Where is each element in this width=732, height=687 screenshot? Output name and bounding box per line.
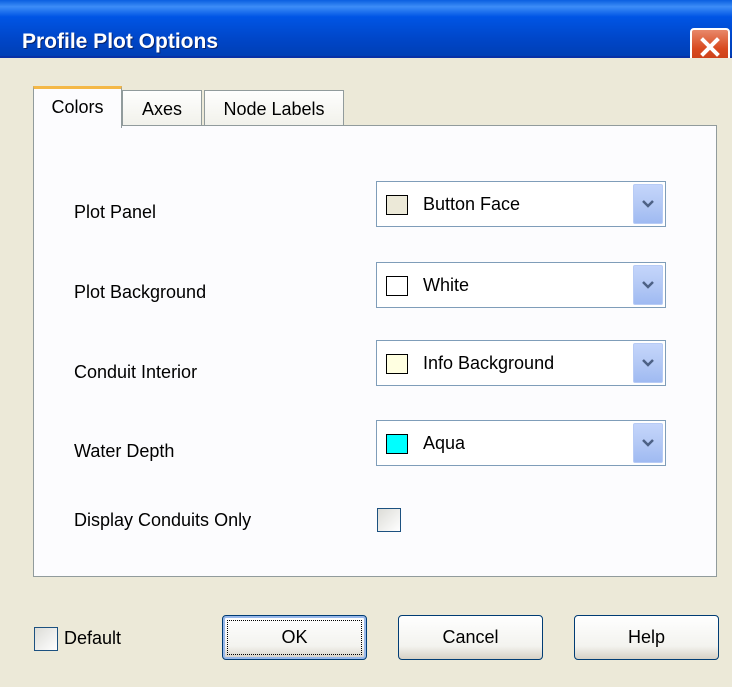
- plot-panel-combo[interactable]: Button Face: [376, 181, 666, 227]
- color-swatch: [386, 276, 408, 296]
- chevron-down-icon: [642, 200, 654, 208]
- display-conduits-only-label: Display Conduits Only: [74, 510, 252, 530]
- cancel-button[interactable]: Cancel: [398, 615, 543, 660]
- tab-node-labels[interactable]: Node Labels: [204, 90, 344, 126]
- combo-value: Button Face: [423, 194, 521, 214]
- plot-background-combo[interactable]: White: [376, 262, 666, 308]
- ok-label: OK: [281, 627, 308, 647]
- default-label: Default: [64, 628, 122, 648]
- color-swatch: [386, 195, 408, 215]
- water-depth-combo[interactable]: Aqua: [376, 420, 666, 466]
- plot-panel-label: Plot Panel: [74, 202, 157, 222]
- plot-background-label: Plot Background: [74, 282, 207, 302]
- color-swatch: [386, 354, 408, 374]
- color-swatch: [386, 434, 408, 454]
- chevron-down-icon: [642, 359, 654, 367]
- title-bar: Profile Plot Options: [0, 0, 732, 66]
- dropdown-button[interactable]: [633, 265, 663, 305]
- tab-colors[interactable]: Colors: [33, 86, 122, 128]
- tab-label: Axes: [141, 99, 183, 119]
- tab-label: Node Labels: [223, 99, 325, 119]
- water-depth-label: Water Depth: [74, 441, 175, 461]
- combo-value: White: [423, 275, 470, 295]
- default-checkbox[interactable]: [34, 627, 58, 651]
- close-icon: [700, 37, 720, 57]
- dropdown-button[interactable]: [633, 343, 663, 383]
- dropdown-button[interactable]: [633, 423, 663, 463]
- chevron-down-icon: [642, 281, 654, 289]
- chevron-down-icon: [642, 439, 654, 447]
- help-label: Help: [627, 627, 666, 647]
- combo-value: Aqua: [423, 433, 466, 453]
- combo-value: Info Background: [423, 353, 555, 373]
- help-button[interactable]: Help: [574, 615, 719, 660]
- conduit-interior-label: Conduit Interior: [74, 362, 198, 382]
- tab-axes[interactable]: Axes: [122, 90, 202, 126]
- dropdown-button[interactable]: [633, 184, 663, 224]
- ok-button[interactable]: OK: [222, 615, 367, 660]
- cancel-label: Cancel: [442, 627, 499, 647]
- display-conduits-only-checkbox[interactable]: [377, 508, 401, 532]
- tab-label: Colors: [51, 97, 104, 117]
- window-title: Profile Plot Options: [22, 30, 219, 53]
- conduit-interior-combo[interactable]: Info Background: [376, 340, 666, 386]
